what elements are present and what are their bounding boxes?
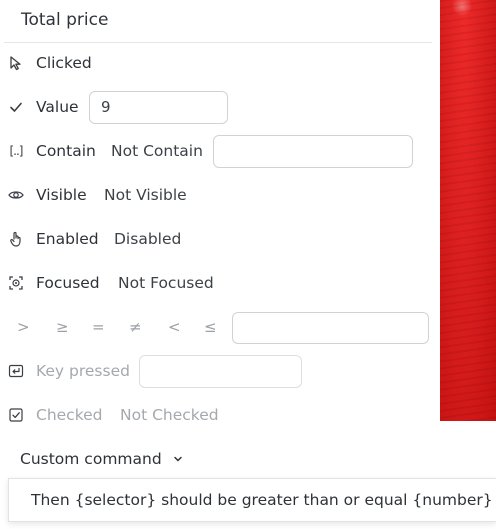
row-key-pressed: Key pressed xyxy=(0,353,440,389)
op-equal[interactable]: = xyxy=(92,318,105,336)
row-contain: [..] Contain Not Contain xyxy=(0,133,440,169)
assertion-panel: Total price Clicked Value 9 [..] Contain… xyxy=(0,0,440,529)
custom-command-dropdown[interactable]: Custom command xyxy=(20,450,162,468)
command-preview-tooltip: Then {selector} should be greater than o… xyxy=(8,478,496,522)
focused-option[interactable]: Focused xyxy=(36,274,100,292)
contain-option[interactable]: Contain xyxy=(36,142,96,160)
contain-input[interactable] xyxy=(213,135,413,168)
not-checked-option[interactable]: Not Checked xyxy=(120,406,219,424)
row-focused: Focused Not Focused xyxy=(0,265,440,301)
op-greater-equal[interactable]: ≥ xyxy=(56,318,69,336)
op-greater[interactable]: > xyxy=(17,318,30,336)
check-icon xyxy=(8,99,24,115)
title-field[interactable]: Total price xyxy=(4,0,432,43)
row-value: Value 9 xyxy=(0,89,440,125)
row-compare: > ≥ = ≠ < ≤ xyxy=(0,309,440,345)
enter-key-icon xyxy=(8,363,24,379)
cursor-icon xyxy=(8,55,24,71)
row-enabled: Enabled Disabled xyxy=(0,221,440,257)
row-clicked[interactable]: Clicked xyxy=(0,45,440,81)
checkbox-icon xyxy=(8,407,24,423)
value-input[interactable]: 9 xyxy=(89,91,228,124)
not-visible-option[interactable]: Not Visible xyxy=(104,186,187,204)
op-not-equal[interactable]: ≠ xyxy=(129,318,142,336)
chevron-down-icon[interactable] xyxy=(172,452,184,466)
op-less[interactable]: < xyxy=(168,318,181,336)
compare-input[interactable] xyxy=(232,312,429,344)
enabled-option[interactable]: Enabled xyxy=(36,230,99,248)
not-contain-option[interactable]: Not Contain xyxy=(111,142,203,160)
command-preview-text: Then {selector} should be greater than o… xyxy=(31,491,493,509)
background-photo xyxy=(440,0,496,421)
hand-pointer-icon xyxy=(8,231,24,247)
key-pressed-input[interactable] xyxy=(139,355,302,388)
focus-target-icon xyxy=(8,275,24,291)
value-option[interactable]: Value xyxy=(36,98,79,116)
checked-option[interactable]: Checked xyxy=(36,406,103,424)
not-focused-option[interactable]: Not Focused xyxy=(118,274,214,292)
key-pressed-option[interactable]: Key pressed xyxy=(36,362,130,380)
row-checked: Checked Not Checked xyxy=(0,397,440,433)
visible-option[interactable]: Visible xyxy=(36,186,87,204)
contain-brackets-icon: [..] xyxy=(9,144,24,158)
page-title: Total price xyxy=(21,10,109,30)
op-less-equal[interactable]: ≤ xyxy=(204,318,217,336)
row-visible: Visible Not Visible xyxy=(0,177,440,213)
clicked-option[interactable]: Clicked xyxy=(36,54,92,72)
disabled-option[interactable]: Disabled xyxy=(114,230,181,248)
eye-icon xyxy=(8,187,24,203)
